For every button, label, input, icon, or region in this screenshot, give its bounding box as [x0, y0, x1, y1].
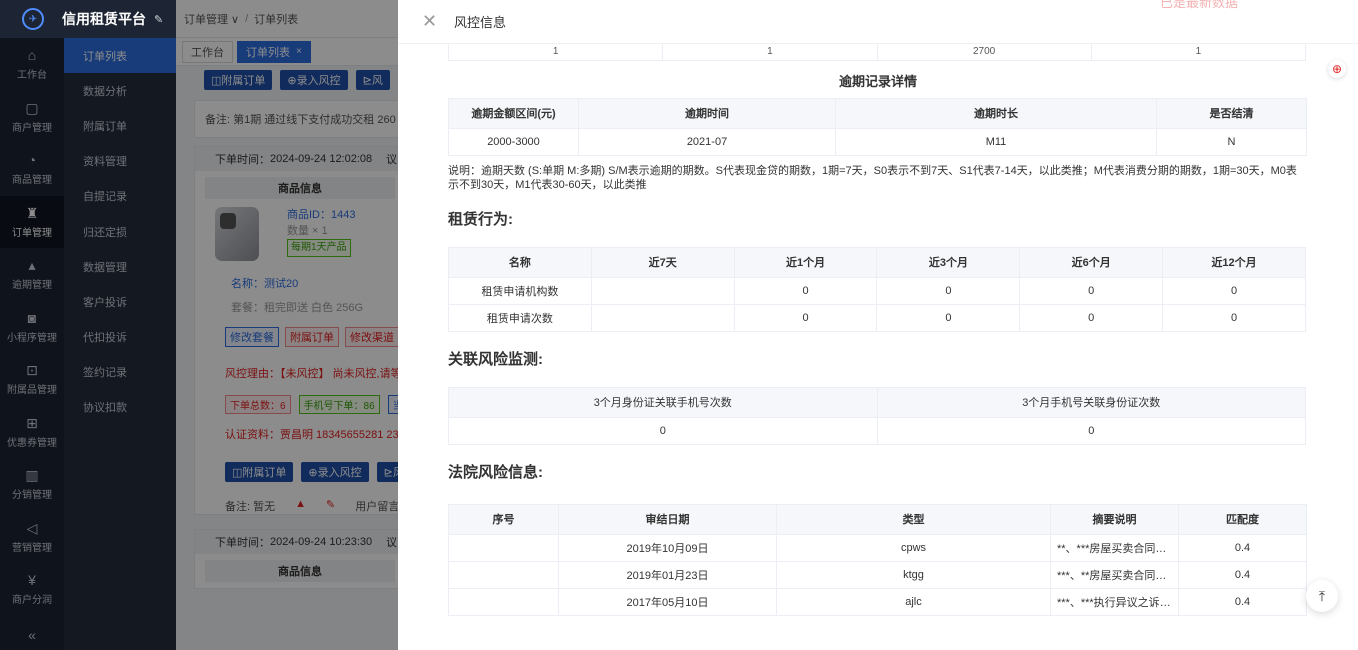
- close-icon[interactable]: ✕: [422, 11, 438, 32]
- table-cell: 0: [1019, 303, 1164, 332]
- table-cell: [590, 276, 735, 305]
- drawer-body: 1 1 2700 1 逾期记录详情 逾期金额区间(元) 逾期时间 逾期时长 是否…: [448, 44, 1308, 650]
- table-header-row: 逾期金额区间(元) 逾期时间 逾期时长 是否结清: [448, 97, 1307, 129]
- drawer-title: 风控信息: [454, 15, 507, 30]
- column-header: 类型: [776, 503, 1051, 535]
- table-cell: 2021-07: [578, 127, 836, 156]
- table-cell: [590, 303, 735, 332]
- table-cell: 0: [733, 276, 878, 305]
- table-cell: **、***房屋买卖合同纠纷: [1050, 533, 1179, 562]
- column-header: 3个月手机号关联身份证次数: [876, 386, 1306, 418]
- table-header-row: 3个月身份证关联手机号次数 3个月手机号关联身份证次数: [448, 386, 1306, 418]
- table-cell: [448, 587, 559, 616]
- brand: ✈ 信用租赁平台 ✎: [0, 0, 176, 38]
- court-risk-table: 序号 审结日期 类型 摘要说明 匹配度 2019年10月09日 cpws **、…: [448, 503, 1307, 616]
- column-header: 审结日期: [558, 503, 777, 535]
- column-header: 匹配度: [1178, 503, 1307, 535]
- table-cell: 0: [1162, 276, 1306, 305]
- add-circle-icon[interactable]: ⊕: [1328, 60, 1346, 78]
- table-cell: M11: [835, 127, 1157, 156]
- table-cell: 1: [448, 44, 664, 61]
- table-cell: 0: [876, 303, 1021, 332]
- column-header: 3个月身份证关联手机号次数: [448, 386, 878, 418]
- back-to-top-icon[interactable]: ⤒: [1306, 580, 1338, 612]
- logo-icon: ✈: [22, 8, 44, 30]
- table-cell: [448, 533, 559, 562]
- column-header: 近6个月: [1019, 246, 1164, 278]
- table-row: 2019年10月09日 cpws **、***房屋买卖合同纠纷 0.4: [448, 533, 1307, 562]
- column-header: 近12个月: [1162, 246, 1306, 278]
- table-cell: 2019年01月23日: [558, 560, 777, 589]
- risk-drawer: ✕ 风控信息 已是最新数据 1 1 2700 1 逾期记录详情 逾期金额区间(元…: [398, 0, 1358, 650]
- table-cell: N: [1156, 127, 1307, 156]
- overdue-note: 说明：逾期天数 (S:单期 M:多期) S/M表示逾期的期数。S代表现金贷的期数…: [448, 164, 1297, 191]
- table-cell: 租赁申请次数: [448, 303, 592, 332]
- pin-icon[interactable]: ✎: [154, 13, 163, 26]
- table-row: 2000-3000 2021-07 M11 N: [448, 127, 1307, 156]
- table-cell: ***、**房屋买卖合同纠纷: [1050, 560, 1179, 589]
- app-title: 信用租赁平台: [62, 11, 146, 27]
- column-header: 逾期金额区间(元): [448, 97, 579, 129]
- table-cell: 2017年05月10日: [558, 587, 777, 616]
- column-header: 摘要说明: [1050, 503, 1179, 535]
- table-header-row: 名称 近7天 近1个月 近3个月 近6个月 近12个月: [448, 246, 1306, 278]
- table-row: 租赁申请机构数 0 0 0 0: [448, 276, 1306, 305]
- column-header: 序号: [448, 503, 559, 535]
- linked-risk-table: 3个月身份证关联手机号次数 3个月手机号关联身份证次数 0 0: [448, 386, 1306, 445]
- lease-title: 租赁行为:: [448, 210, 513, 228]
- table-cell: 租赁申请机构数: [448, 276, 592, 305]
- table-cell: cpws: [776, 533, 1051, 562]
- table-cell: 0: [448, 416, 878, 445]
- column-header: 名称: [448, 246, 592, 278]
- table-cell: 1: [662, 44, 878, 61]
- table-cell: 0: [1162, 303, 1306, 332]
- column-header: 近3个月: [876, 246, 1021, 278]
- table-row: 租赁申请次数 0 0 0 0: [448, 303, 1306, 332]
- column-header: 逾期时间: [578, 97, 836, 129]
- table-cell: ajlc: [776, 587, 1051, 616]
- table-header-row: 序号 审结日期 类型 摘要说明 匹配度: [448, 503, 1307, 535]
- overdue-title: 逾期记录详情: [838, 73, 917, 89]
- table-cell: 0: [876, 416, 1306, 445]
- column-header: 是否结清: [1156, 97, 1307, 129]
- table-row: 2019年01月23日 ktgg ***、**房屋买卖合同纠纷 0.4: [448, 560, 1307, 589]
- table-cell: 0: [1019, 276, 1164, 305]
- court-risk-title: 法院风险信息:: [448, 463, 543, 481]
- table-cell: 0: [733, 303, 878, 332]
- column-header: 近1个月: [733, 246, 878, 278]
- table-row: 2017年05月10日 ajlc ***、***执行异议之诉二审 0.4: [448, 587, 1307, 616]
- table-row: 0 0: [448, 416, 1306, 445]
- lease-table: 名称 近7天 近1个月 近3个月 近6个月 近12个月 租赁申请机构数 0 0 …: [448, 246, 1306, 332]
- prev-table-tail: 1 1 2700 1: [448, 44, 1307, 61]
- table-cell: 0.4: [1178, 533, 1307, 562]
- linked-risk-title: 关联风险监测:: [448, 350, 543, 368]
- table-cell: 0.4: [1178, 587, 1307, 616]
- modal-mask[interactable]: [0, 0, 398, 650]
- table-cell: 2019年10月09日: [558, 533, 777, 562]
- watermark: 已是最新数据: [1159, 0, 1238, 10]
- table-cell: ***、***执行异议之诉二审: [1050, 587, 1179, 616]
- overdue-table: 逾期金额区间(元) 逾期时间 逾期时长 是否结清 2000-3000 2021-…: [448, 97, 1307, 156]
- column-header: 逾期时长: [835, 97, 1157, 129]
- table-cell: 0: [876, 276, 1021, 305]
- table-cell: 2700: [876, 44, 1092, 61]
- table-cell: 1: [1090, 44, 1307, 61]
- table-cell: [448, 560, 559, 589]
- table-cell: 2000-3000: [448, 127, 579, 156]
- column-header: 近7天: [590, 246, 735, 278]
- table-cell: 0.4: [1178, 560, 1307, 589]
- table-cell: ktgg: [776, 560, 1051, 589]
